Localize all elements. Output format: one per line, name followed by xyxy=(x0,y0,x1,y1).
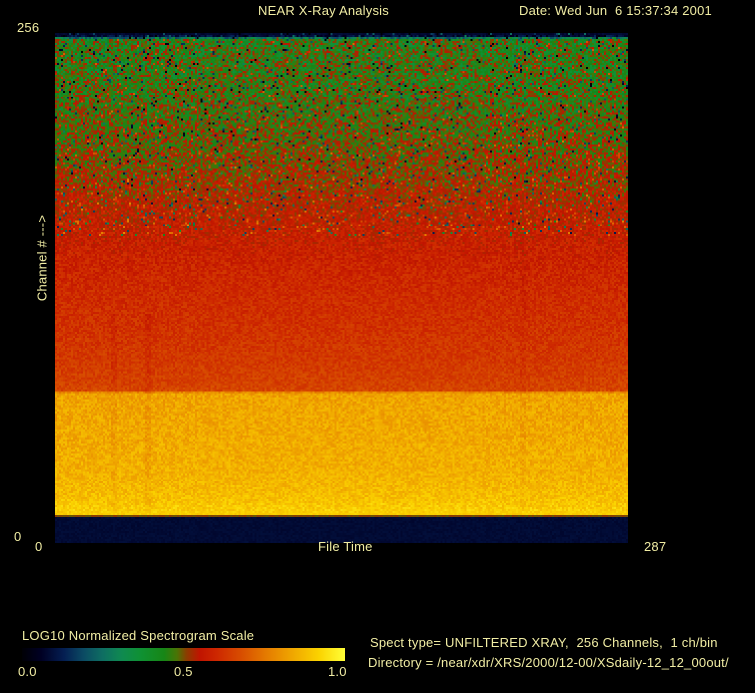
x-axis-min-label: 0 xyxy=(35,539,43,554)
x-axis-title: File Time xyxy=(318,539,373,554)
colorbar-tick-min: 0.0 xyxy=(18,664,37,679)
y-axis-max-label: 256 xyxy=(17,20,40,35)
page-title: NEAR X-Ray Analysis xyxy=(258,3,389,18)
y-axis-title: Channel # ---> xyxy=(34,214,50,302)
spect-type-label: Spect type= UNFILTERED XRAY, 256 Channel… xyxy=(370,635,718,650)
colorbar-title: LOG10 Normalized Spectrogram Scale xyxy=(22,628,255,643)
y-axis-min-label: 0 xyxy=(14,529,22,544)
colorbar-tick-max: 1.0 xyxy=(328,664,347,679)
directory-label: Directory = /near/xdr/XRS/2000/12-00/XSd… xyxy=(368,655,729,670)
colorbar-tick-mid: 0.5 xyxy=(174,664,193,679)
near-xray-analysis-window: NEAR X-Ray Analysis Date: Wed Jun 6 15:3… xyxy=(0,0,755,693)
spectrogram-heatmap xyxy=(55,33,628,543)
x-axis-max-label: 287 xyxy=(644,539,667,554)
colorbar-gradient xyxy=(22,648,345,661)
date-label: Date: Wed Jun 6 15:37:34 2001 xyxy=(519,3,712,18)
